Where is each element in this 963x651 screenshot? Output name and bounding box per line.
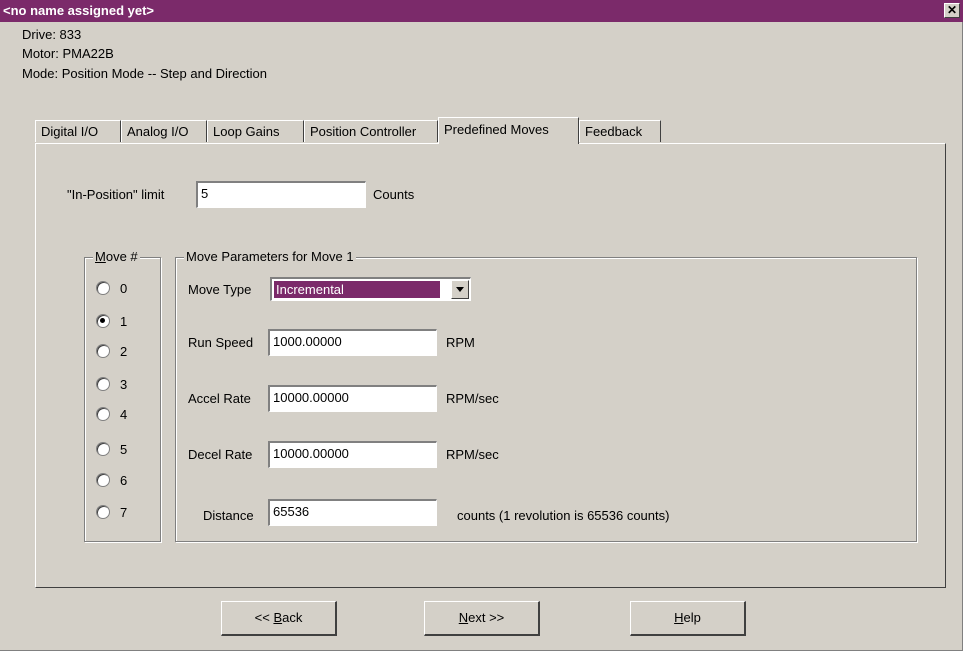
tab-predefined-moves[interactable]: Predefined Moves [438, 117, 579, 144]
radio-move-2[interactable]: 2 [96, 344, 127, 359]
run-speed-unit: RPM [446, 335, 475, 350]
distance-unit: counts (1 revolution is 65536 counts) [457, 508, 670, 523]
tab-position-controller[interactable]: Position Controller [304, 120, 438, 142]
radio-move-1[interactable]: 1 [96, 314, 127, 329]
radio-move-5[interactable]: 5 [96, 442, 127, 457]
radio-icon[interactable] [96, 314, 110, 328]
move-number-title: Move # [93, 249, 140, 264]
run-speed-label: Run Speed [188, 335, 254, 350]
tab-loop-gains[interactable]: Loop Gains [207, 120, 304, 142]
in-position-label: "In-Position" limit [67, 187, 165, 202]
decel-rate-input[interactable]: 10000.00000 [268, 441, 437, 468]
close-icon[interactable]: ✕ [944, 3, 960, 18]
radio-icon[interactable] [96, 281, 110, 295]
move-parameters-title: Move Parameters for Move 1 [184, 249, 356, 264]
radio-move-6[interactable]: 6 [96, 473, 127, 488]
decel-rate-unit: RPM/sec [446, 447, 499, 462]
move-type-label: Move Type [188, 282, 252, 297]
next-button[interactable]: Next >> [424, 601, 540, 636]
distance-input[interactable]: 65536 [268, 499, 437, 526]
move-number-group: Move # [84, 249, 161, 542]
dialog-window: <no name assigned yet> ✕ Drive: 833 Moto… [0, 0, 963, 651]
radio-icon[interactable] [96, 473, 110, 487]
distance-label: Distance [203, 508, 254, 523]
radio-icon[interactable] [96, 344, 110, 358]
run-speed-input[interactable]: 1000.00000 [268, 329, 437, 356]
radio-icon[interactable] [96, 407, 110, 421]
radio-icon[interactable] [96, 442, 110, 456]
radio-move-7[interactable]: 7 [96, 505, 127, 520]
radio-move-4[interactable]: 4 [96, 407, 127, 422]
decel-rate-label: Decel Rate [188, 447, 253, 462]
drive-info: Drive: 833 [22, 27, 82, 42]
back-button[interactable]: << Back [221, 601, 337, 636]
radio-icon[interactable] [96, 377, 110, 391]
radio-icon[interactable] [96, 505, 110, 519]
tab-digital-io[interactable]: Digital I/O [35, 120, 121, 142]
accel-rate-unit: RPM/sec [446, 391, 499, 406]
in-position-input[interactable]: 5 [196, 181, 366, 208]
accel-rate-input[interactable]: 10000.00000 [268, 385, 437, 412]
in-position-unit: Counts [373, 187, 415, 202]
move-type-value: Incremental [274, 281, 440, 298]
title-bar[interactable]: <no name assigned yet> ✕ [0, 0, 963, 22]
radio-move-0[interactable]: 0 [96, 281, 127, 296]
move-type-select[interactable]: Incremental [270, 277, 471, 301]
tab-analog-io[interactable]: Analog I/O [121, 120, 207, 142]
help-button[interactable]: Help [630, 601, 746, 636]
tab-feedback[interactable]: Feedback [579, 120, 661, 142]
window-title: <no name assigned yet> [3, 3, 155, 18]
radio-move-3[interactable]: 3 [96, 377, 127, 392]
motor-info: Motor: PMA22B [22, 46, 114, 61]
accel-rate-label: Accel Rate [188, 391, 251, 406]
dropdown-arrow-icon[interactable] [451, 280, 469, 299]
mode-info: Mode: Position Mode -- Step and Directio… [22, 66, 267, 81]
